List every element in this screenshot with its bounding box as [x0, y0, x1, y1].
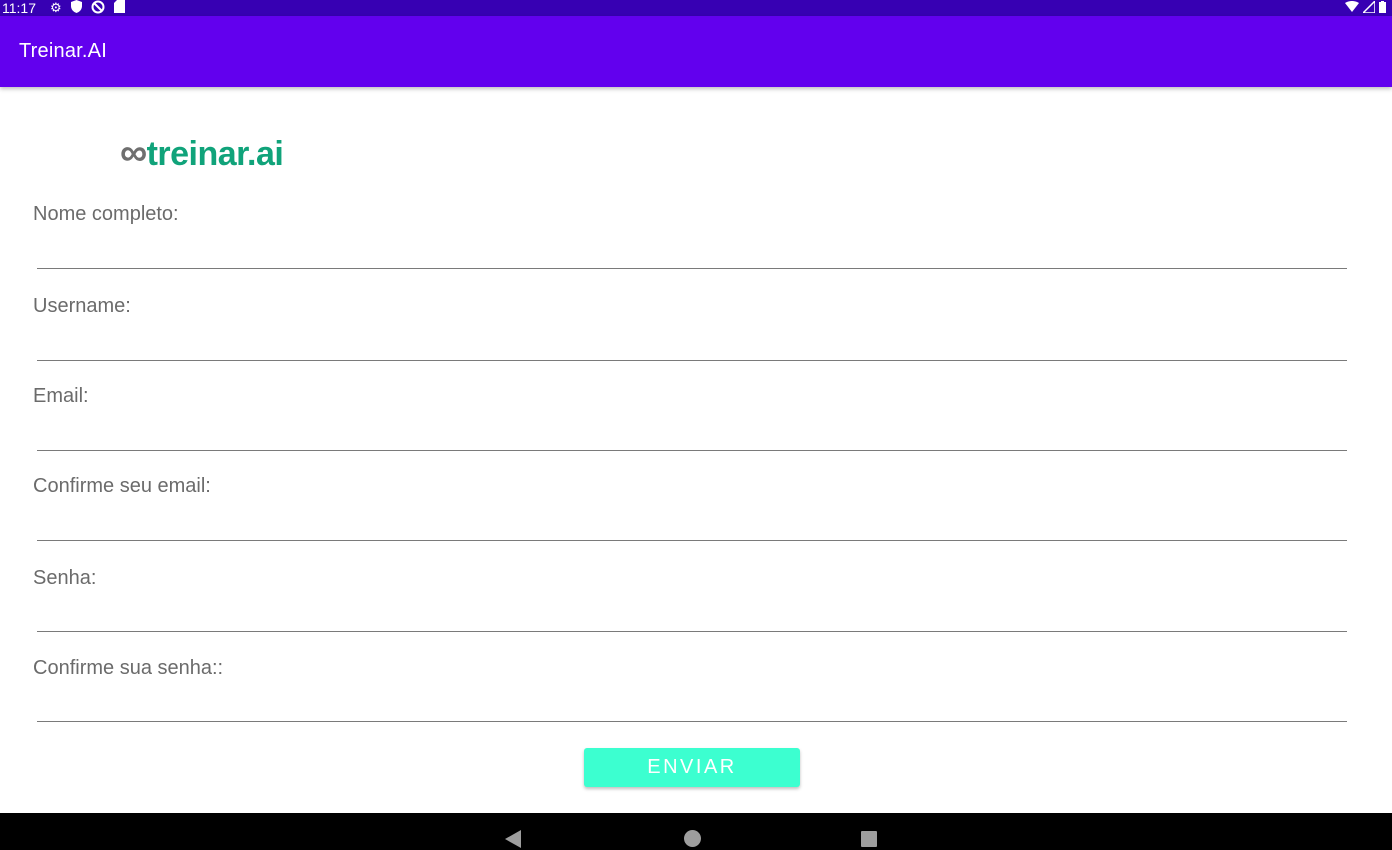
status-bar: 11:17 ⚙	[0, 0, 1392, 16]
password-input[interactable]	[37, 603, 1347, 632]
confirm-password-input[interactable]	[37, 693, 1347, 722]
status-time: 11:17	[2, 0, 36, 16]
navigation-bar	[0, 813, 1392, 850]
back-icon[interactable]	[505, 830, 521, 848]
full-name-label: Nome completo:	[33, 203, 179, 225]
username-label: Username:	[33, 295, 131, 317]
username-input[interactable]	[37, 332, 1347, 361]
recents-icon[interactable]	[861, 831, 877, 847]
infinity-icon: ∞	[120, 132, 147, 174]
submit-button[interactable]: ENVIAR	[584, 748, 800, 787]
logo-text: treinar.ai	[146, 135, 284, 173]
confirm-email-input[interactable]	[37, 512, 1347, 541]
signal-icon	[1361, 0, 1376, 16]
app-bar: Treinar.AI	[0, 16, 1392, 87]
logo: ∞treinar.ai	[120, 132, 284, 174]
home-icon[interactable]	[684, 830, 701, 847]
status-icons: ⚙	[50, 0, 125, 17]
email-label: Email:	[33, 385, 89, 407]
email-input[interactable]	[37, 422, 1347, 451]
sd-card-icon	[113, 0, 125, 16]
full-name-input[interactable]	[37, 240, 1347, 269]
shield-icon	[70, 0, 82, 16]
status-right	[1345, 0, 1386, 16]
confirm-email-label: Confirme seu email:	[33, 475, 211, 497]
battery-icon	[1379, 0, 1386, 16]
password-label: Senha:	[33, 567, 97, 589]
wifi-icon	[1345, 0, 1359, 15]
no-disturb-icon	[91, 0, 105, 17]
app-title: Treinar.AI	[19, 40, 107, 62]
confirm-password-label: Confirme sua senha::	[33, 657, 224, 679]
gear-icon: ⚙	[50, 0, 62, 15]
screen: 11:17 ⚙ Treinar.AI ∞treinar.ai Nome comp…	[0, 0, 1392, 850]
